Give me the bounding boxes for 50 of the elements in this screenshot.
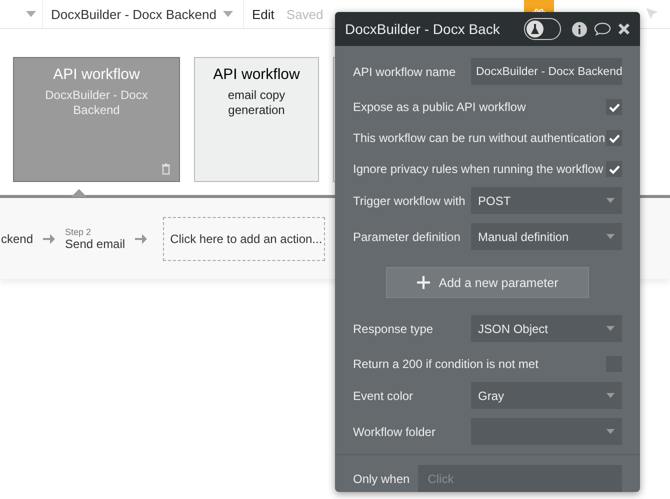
plus-icon <box>416 276 430 289</box>
card-title: API workflow <box>53 66 140 83</box>
caret-icon <box>606 326 615 331</box>
dropdown[interactable]: Gray <box>471 382 622 409</box>
caret-icon <box>606 234 615 239</box>
name-field[interactable]: DocxBuilder - Docx Backend <box>471 58 622 85</box>
close-icon[interactable] <box>618 23 630 35</box>
card-subtitle: DocxBuilder - Docx Backend <box>44 88 149 118</box>
workflow-card[interactable]: API workflow email copy generation <box>194 57 319 182</box>
field-label: Workflow folder <box>353 424 436 438</box>
checkbox[interactable] <box>606 99 622 115</box>
checkbox-label: Expose as a public API workflow <box>353 100 526 114</box>
caret-icon <box>606 198 615 203</box>
checkmark-icon <box>608 164 620 174</box>
field-label: Only when <box>353 472 410 486</box>
checkbox-label: Ignore privacy rules when running the workflow <box>353 162 604 176</box>
edit-button[interactable]: Edit <box>248 6 278 22</box>
field-label: Parameter definition <box>353 230 460 244</box>
save-status: Saved <box>286 6 324 22</box>
field-label: Response type <box>353 322 434 336</box>
checkmark-icon <box>608 134 620 142</box>
field-label: API workflow name <box>353 64 456 78</box>
add-action-button[interactable]: Click here to add an action... <box>163 216 326 260</box>
checkbox-label: Return a 200 if condition is not met <box>353 357 538 371</box>
comment-icon[interactable] <box>594 22 611 36</box>
add-parameter-button[interactable]: Add a new parameter <box>386 267 589 298</box>
dropdown[interactable]: POST <box>471 187 622 214</box>
caret-icon <box>223 11 233 17</box>
action-step[interactable]: Step 2 Send email <box>65 226 126 250</box>
card-title: API workflow <box>213 66 300 83</box>
caret-icon <box>606 393 615 398</box>
panel-title: DocxBuilder - Docx Back <box>345 21 501 37</box>
card-subtitle: email copy generation <box>226 88 286 118</box>
page-dropdown[interactable]: DocxBuilder - Docx Backend <box>43 6 243 22</box>
field-label: Trigger workflow with <box>353 194 466 208</box>
checkbox[interactable] <box>606 161 622 177</box>
flask-icon <box>526 20 544 38</box>
pointer-triangle <box>71 189 87 197</box>
caret-icon <box>606 429 615 434</box>
arrow-icon <box>135 232 148 244</box>
dropdown[interactable]: Manual definition <box>471 223 622 250</box>
checkmark-icon <box>608 102 620 112</box>
checkbox-label: This workflow can be run without authentication <box>353 131 606 145</box>
arrow-icon <box>43 232 56 244</box>
dropdown[interactable]: JSON Object <box>471 315 622 342</box>
action-step[interactable]: ckend <box>1 232 34 246</box>
debug-toggle[interactable] <box>524 18 561 40</box>
field-label: Event color <box>353 388 414 402</box>
checkbox[interactable] <box>606 130 622 146</box>
info-icon[interactable] <box>572 22 587 36</box>
